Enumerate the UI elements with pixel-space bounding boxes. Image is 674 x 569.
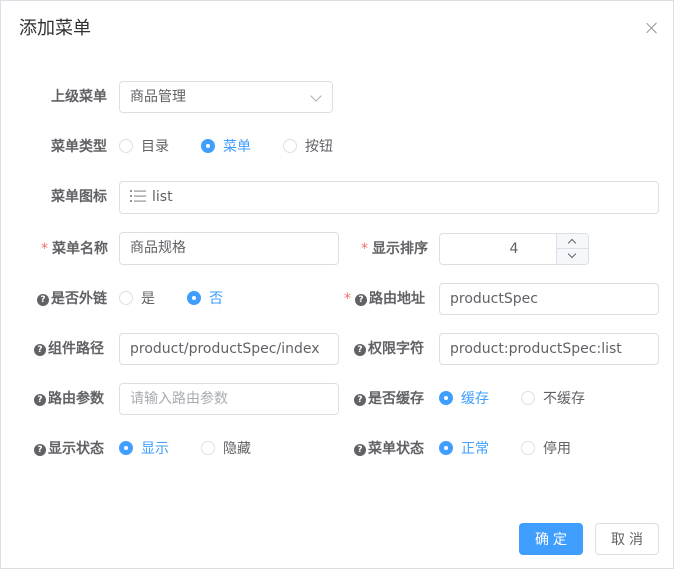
component-path-value: product/productSpec/index xyxy=(130,341,320,357)
route-path-value: productSpec xyxy=(450,291,538,307)
status-radio-normal[interactable]: 正常 xyxy=(439,433,489,465)
radio-checked-icon xyxy=(187,291,201,305)
radio-circle-icon xyxy=(119,139,133,153)
stepper-arrows xyxy=(556,234,588,264)
required-asterisk: * xyxy=(41,241,48,257)
chevron-up-icon[interactable] xyxy=(557,234,588,249)
radio-circle-icon xyxy=(521,391,535,405)
component-path-label: ? 组件路径 xyxy=(34,333,104,365)
cancel-button[interactable]: 取消 xyxy=(595,523,659,555)
chevron-down-icon[interactable] xyxy=(557,249,588,264)
menu-name-value: 商品规格 xyxy=(130,240,186,256)
menu-type-radio-directory[interactable]: 目录 xyxy=(119,131,169,163)
question-icon[interactable]: ? xyxy=(354,394,366,406)
required-asterisk: * xyxy=(344,291,351,307)
menu-type-label: 菜单类型 xyxy=(51,139,107,155)
menu-icon-label: 菜单图标 xyxy=(51,189,107,205)
is-external-radio-yes[interactable]: 是 xyxy=(119,283,155,315)
menu-name-label: * 菜单名称 xyxy=(41,241,108,257)
sort-order-stepper[interactable]: 4 xyxy=(439,233,589,265)
menu-icon-value: list xyxy=(152,189,173,205)
question-icon[interactable]: ? xyxy=(355,294,367,306)
radio-circle-icon xyxy=(201,441,215,455)
permission-input[interactable]: product:productSpec:list xyxy=(439,333,659,365)
parent-menu-label: 上级菜单 xyxy=(51,89,107,105)
visible-label: ? 显示状态 xyxy=(34,433,104,465)
close-icon[interactable] xyxy=(644,20,660,36)
is-external-radio-no[interactable]: 否 xyxy=(187,283,223,315)
question-icon[interactable]: ? xyxy=(34,394,46,406)
status-label: ? 菜单状态 xyxy=(354,433,424,465)
question-icon[interactable]: ? xyxy=(354,444,366,456)
route-params-placeholder: 请输入路由参数 xyxy=(130,391,228,407)
radio-circle-icon xyxy=(283,139,297,153)
radio-checked-icon xyxy=(119,441,133,455)
radio-circle-icon xyxy=(119,291,133,305)
is-cache-radio-cache[interactable]: 缓存 xyxy=(439,383,489,415)
parent-menu-select[interactable]: 商品管理 xyxy=(119,81,333,113)
radio-checked-icon xyxy=(201,139,215,153)
add-menu-dialog: 添加菜单 上级菜单 商品管理 菜单类型 目录 菜单 按钮 菜单图标 list *… xyxy=(0,0,674,569)
menu-type-radio-menu[interactable]: 菜单 xyxy=(201,131,251,163)
chevron-down-icon xyxy=(310,90,322,102)
dialog-title: 添加菜单 xyxy=(19,18,91,39)
route-params-input[interactable]: 请输入路由参数 xyxy=(119,383,339,415)
menu-icon-input[interactable]: list xyxy=(119,181,659,214)
question-icon[interactable]: ? xyxy=(354,344,366,356)
radio-checked-icon xyxy=(439,391,453,405)
menu-name-input[interactable]: 商品规格 xyxy=(119,232,339,265)
is-external-label: ? 是否外链 xyxy=(37,283,107,315)
is-cache-label: ? 是否缓存 xyxy=(354,383,424,415)
visible-radio-show[interactable]: 显示 xyxy=(119,433,169,465)
permission-value: product:productSpec:list xyxy=(450,341,622,357)
menu-type-radio-button[interactable]: 按钮 xyxy=(283,131,333,163)
radio-checked-icon xyxy=(439,441,453,455)
sort-order-label: * 显示排序 xyxy=(361,241,428,257)
status-radio-disabled[interactable]: 停用 xyxy=(521,433,571,465)
parent-menu-value: 商品管理 xyxy=(130,89,186,105)
radio-circle-icon xyxy=(521,441,535,455)
is-cache-radio-no-cache[interactable]: 不缓存 xyxy=(521,383,585,415)
route-path-label: *? 路由地址 xyxy=(344,291,425,307)
list-icon xyxy=(130,190,146,202)
question-icon[interactable]: ? xyxy=(34,344,46,356)
question-icon[interactable]: ? xyxy=(34,444,46,456)
permission-label: ? 权限字符 xyxy=(354,333,424,365)
route-path-input[interactable]: productSpec xyxy=(439,283,659,315)
visible-radio-hide[interactable]: 隐藏 xyxy=(201,433,251,465)
route-params-label: ? 路由参数 xyxy=(34,383,104,415)
required-asterisk: * xyxy=(361,241,368,257)
confirm-button[interactable]: 确定 xyxy=(519,523,583,555)
question-icon[interactable]: ? xyxy=(37,294,49,306)
component-path-input[interactable]: product/productSpec/index xyxy=(119,333,339,365)
